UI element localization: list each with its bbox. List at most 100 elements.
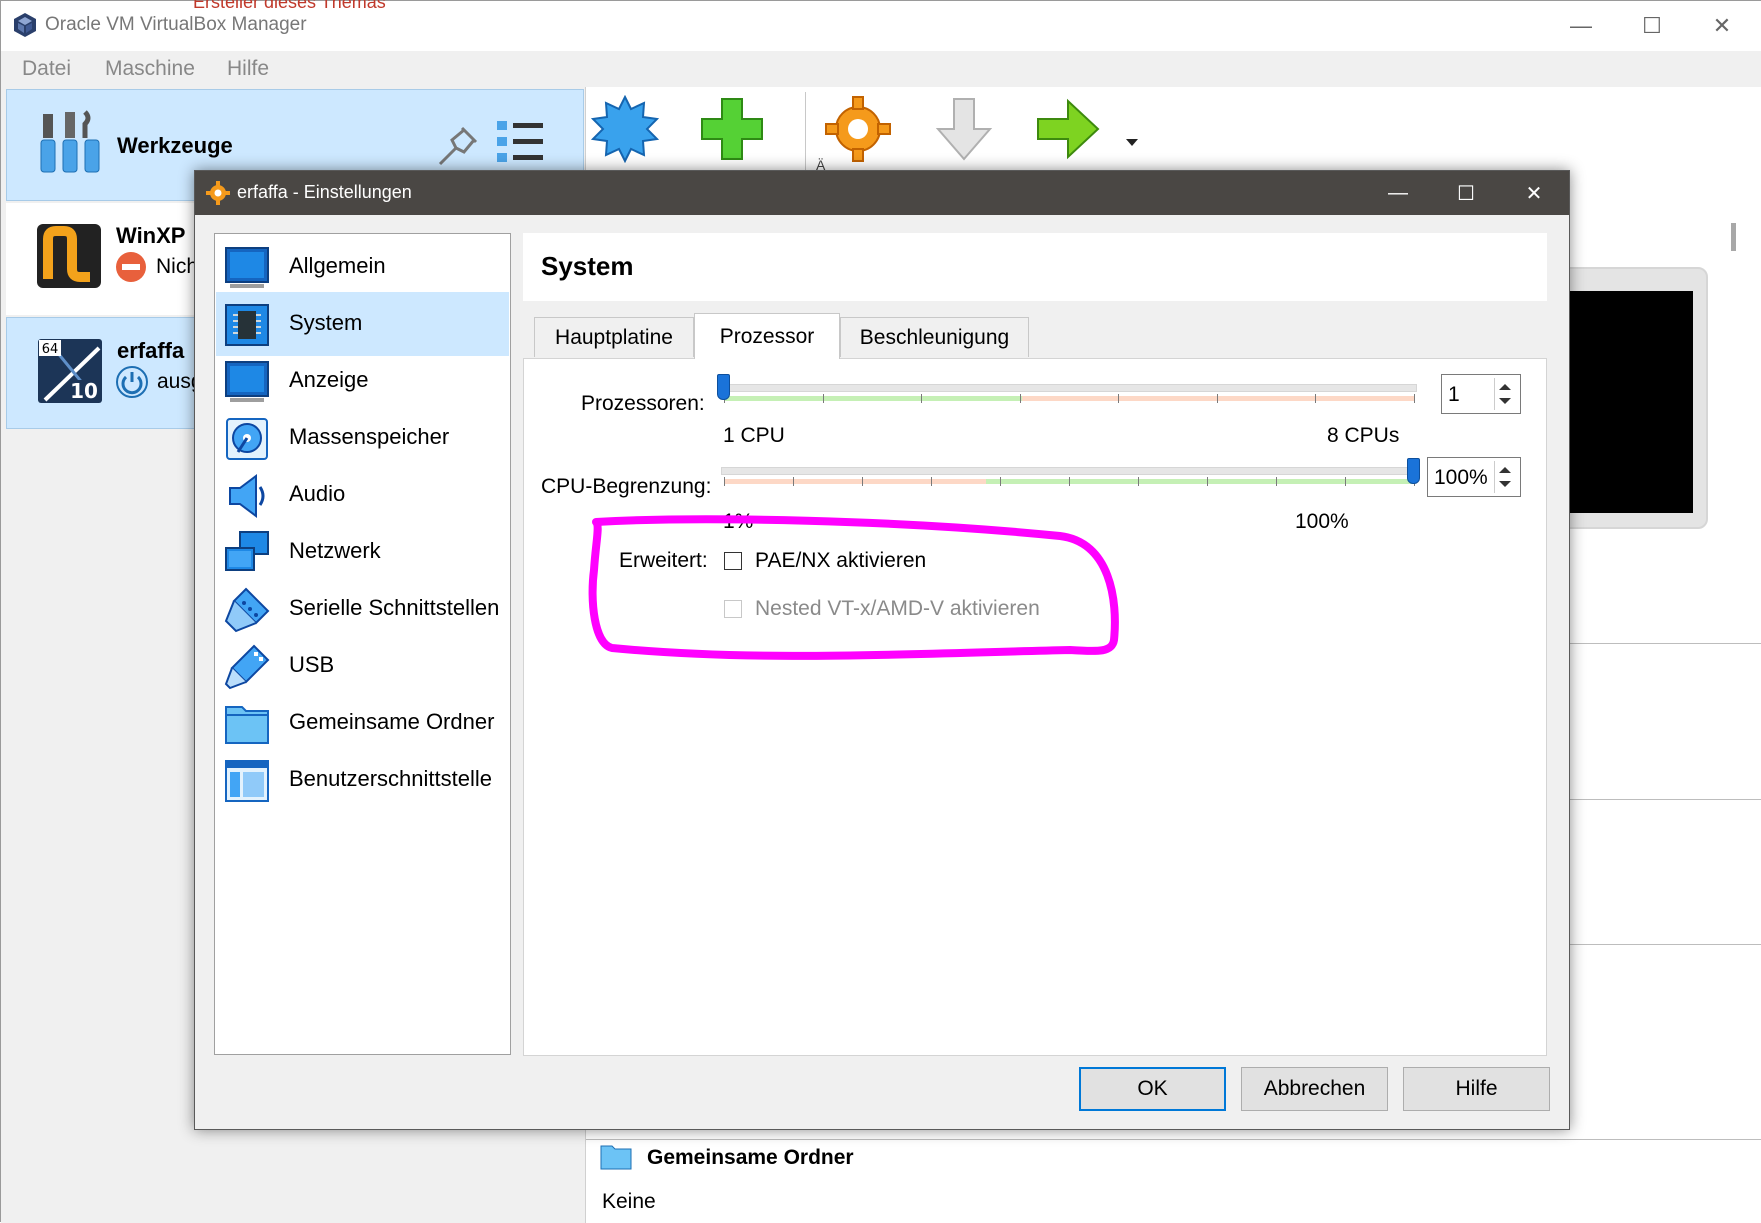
processors-spin-buttons[interactable]: [1494, 378, 1516, 410]
nested-virtualization-checkbox[interactable]: [724, 600, 742, 618]
vm-state-winxp: Nich: [156, 255, 199, 278]
add-vm-icon[interactable]: [698, 95, 766, 163]
slider-tick: [921, 394, 923, 403]
menu-datei[interactable]: Datei: [22, 57, 71, 81]
virtualbox-logo-icon: [14, 13, 36, 37]
sidebar-label: Allgemein: [289, 253, 386, 278]
processors-spinbox[interactable]: 1: [1441, 374, 1521, 414]
processors-min-label: 1 CPU: [723, 424, 785, 447]
slider-tick: [1118, 394, 1120, 403]
slider-tick: [1216, 394, 1218, 403]
sidebar-label: System: [289, 310, 363, 335]
sidebar-label: Netzwerk: [289, 538, 381, 563]
sidebar-label: Massenspeicher: [289, 424, 450, 449]
main-titlebar: Oracle VM VirtualBox Manager Ersteller d…: [1, 0, 1761, 51]
dialog-minimize-icon[interactable]: —: [1364, 171, 1432, 215]
tab-prozessor[interactable]: Prozessor: [694, 313, 840, 359]
cpu-cap-value: 100%: [1434, 466, 1488, 489]
processors-scale: [724, 394, 1415, 403]
cpu-cap-spinbox[interactable]: 100%: [1427, 457, 1521, 497]
system-chip-icon: [225, 304, 269, 346]
sidebar-item-serielle-schnittstellen[interactable]: Serielle Schnittstellen: [216, 577, 509, 641]
vm-name-erfaffa: erfaffa: [117, 338, 185, 363]
tab-hauptplatine[interactable]: Hauptplatine: [534, 317, 694, 357]
sidebar-item-gemeinsame-ordner[interactable]: Gemeinsame Ordner: [216, 691, 509, 755]
audio-icon: [229, 474, 265, 518]
os-version-badge: 10: [70, 379, 98, 403]
slider-tick: [1414, 394, 1415, 403]
network-icon: [225, 531, 269, 571]
new-vm-icon[interactable]: [591, 95, 659, 163]
extended-label: Erweitert:: [619, 549, 708, 572]
nested-virtualization-label[interactable]: Nested VT-x/AMD-V aktivieren: [755, 597, 1040, 621]
cpu-cap-max-label: 100%: [1295, 510, 1349, 533]
ok-button[interactable]: OK: [1079, 1067, 1226, 1111]
dialog-close-icon[interactable]: ✕: [1500, 171, 1568, 215]
storage-icon: [226, 418, 268, 460]
general-icon: [225, 247, 269, 288]
tab-beschleunigung[interactable]: Beschleunigung: [840, 317, 1029, 357]
pin-icon[interactable]: [432, 120, 484, 172]
slider-tick: [1069, 477, 1070, 486]
menu-maschine[interactable]: Maschine: [105, 57, 195, 81]
spin-up-icon[interactable]: [1499, 467, 1511, 473]
pae-nx-label[interactable]: PAE/NX aktivieren: [755, 549, 926, 573]
processors-slider-track[interactable]: [721, 384, 1417, 392]
sidebar-label: Gemeinsame Ordner: [289, 709, 495, 734]
pae-nx-checkbox[interactable]: [724, 552, 742, 570]
processor-tab-panel: [523, 358, 1547, 1056]
shared-folder-section-icon: [600, 1145, 632, 1170]
tools-label: Werkzeuge: [117, 133, 233, 158]
processors-slider-thumb[interactable]: [717, 374, 730, 400]
slider-tick: [1345, 477, 1346, 486]
slider-tick: [1019, 394, 1021, 403]
partial-background-text: Ersteller dieses Themas: [193, 0, 386, 12]
slider-tick: [822, 394, 824, 403]
user-interface-icon: [225, 760, 269, 802]
slider-tick: [724, 477, 725, 486]
sidebar-item-allgemein[interactable]: Allgemein: [216, 235, 509, 299]
menu-hilfe[interactable]: Hilfe: [227, 57, 269, 81]
discard-icon[interactable]: [930, 95, 998, 163]
serial-port-icon: [224, 587, 270, 633]
settings-sidebar: Allgemein System Anzeige Massenspeicher …: [214, 233, 511, 1055]
settings-gear-icon: [206, 181, 230, 205]
sidebar-item-netzwerk[interactable]: Netzwerk: [216, 520, 509, 584]
sidebar-item-benutzerschnittstelle[interactable]: Benutzerschnittstelle: [216, 748, 509, 812]
start-icon[interactable]: [1034, 95, 1102, 163]
page-header: System: [523, 233, 1547, 301]
settings-icon[interactable]: [824, 95, 892, 163]
cpu-cap-spin-buttons[interactable]: [1494, 461, 1516, 493]
cpu-cap-slider-thumb[interactable]: [1407, 458, 1420, 484]
slider-tick: [1315, 394, 1317, 403]
processors-max-label: 8 CPUs: [1327, 424, 1400, 447]
shared-folder-icon: [225, 706, 269, 744]
sidebar-item-audio[interactable]: Audio: [216, 463, 509, 527]
help-button[interactable]: Hilfe: [1403, 1067, 1550, 1111]
scrollbar-thumb[interactable]: [1731, 223, 1736, 251]
sidebar-item-usb[interactable]: USB: [216, 634, 509, 698]
spin-up-icon[interactable]: [1499, 384, 1511, 390]
cancel-button[interactable]: Abbrechen: [1241, 1067, 1388, 1111]
sidebar-item-system[interactable]: System: [216, 292, 509, 356]
cpu-cap-scale: [724, 477, 1415, 486]
cpu-cap-label: CPU-Begrenzung:: [541, 475, 712, 498]
dialog-maximize-icon[interactable]: ☐: [1432, 171, 1500, 215]
sidebar-label: Benutzerschnittstelle: [289, 766, 492, 791]
sidebar-item-massenspeicher[interactable]: Massenspeicher: [216, 406, 509, 470]
close-icon[interactable]: ✕: [1687, 1, 1757, 51]
cpu-cap-slider-track[interactable]: [721, 467, 1417, 475]
list-view-icon[interactable]: [495, 118, 547, 166]
winxp-os-icon: [37, 224, 101, 288]
spin-down-icon[interactable]: [1499, 398, 1511, 404]
slider-tick: [1000, 477, 1001, 486]
start-dropdown-arrow-icon[interactable]: [1126, 139, 1138, 146]
minimize-icon[interactable]: —: [1546, 1, 1616, 51]
sidebar-item-anzeige[interactable]: Anzeige: [216, 349, 509, 413]
spin-down-icon[interactable]: [1499, 481, 1511, 487]
slider-tick: [1138, 477, 1139, 486]
maximize-icon[interactable]: ☐: [1617, 1, 1687, 51]
sidebar-label: USB: [289, 652, 335, 677]
windows10-os-icon: 64 10: [38, 339, 102, 403]
main-window-title: Oracle VM VirtualBox Manager: [45, 14, 307, 35]
